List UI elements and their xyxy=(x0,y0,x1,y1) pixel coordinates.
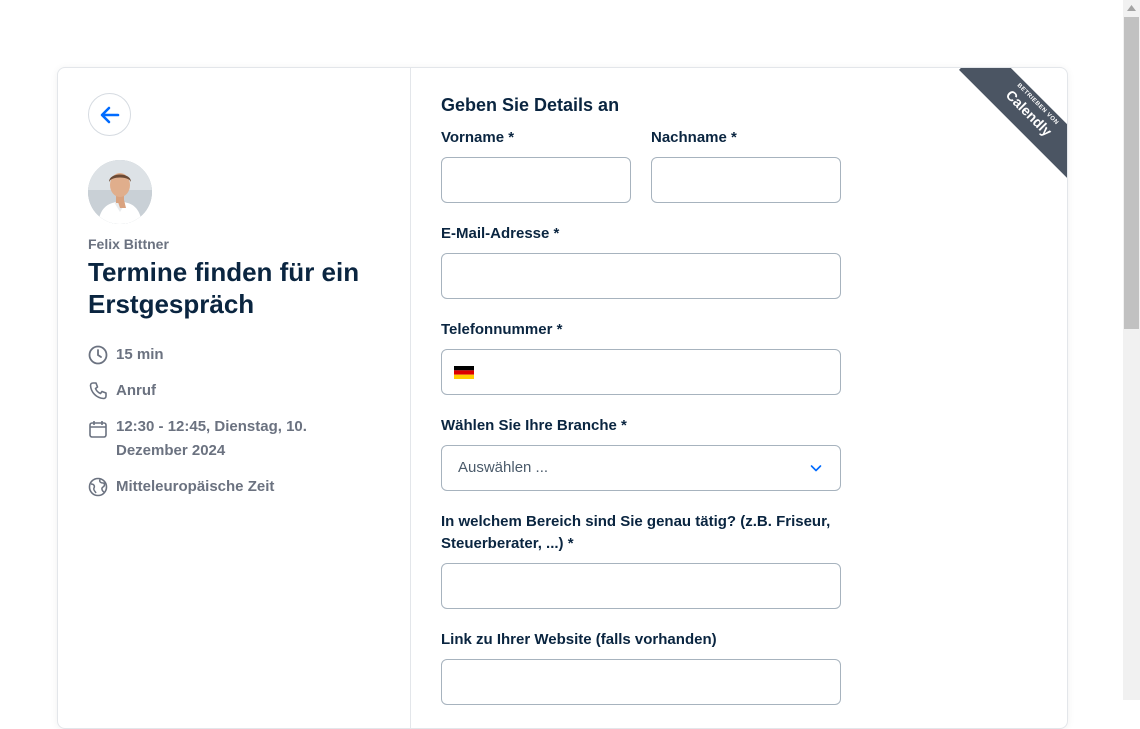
first-name-label: Vorname * xyxy=(441,129,515,146)
chevron-down-icon xyxy=(810,465,822,472)
branch-select-value: Auswählen ... xyxy=(458,459,549,476)
phone-icon xyxy=(88,379,108,403)
scrollbar-thumb[interactable] xyxy=(1124,17,1139,329)
first-name-input[interactable] xyxy=(441,157,631,203)
phone-label: Telefonnummer * xyxy=(441,321,563,338)
booking-card: Felix Bittner Termine finden für ein Ers… xyxy=(57,67,1068,729)
duration-text: 15 min xyxy=(116,346,164,363)
germany-flag-icon[interactable] xyxy=(454,366,474,379)
timezone-detail: Mitteleuropäische Zeit xyxy=(88,475,336,499)
call-type-text: Anruf xyxy=(116,382,156,399)
last-name-label: Nachname * xyxy=(651,129,737,146)
event-info-panel: Felix Bittner Termine finden für ein Ers… xyxy=(58,68,411,728)
datetime-text: 12:30 - 12:45, Dienstag, 10. Dezember 20… xyxy=(116,418,307,459)
timezone-text: Mitteleuropäische Zeit xyxy=(116,478,275,495)
globe-icon xyxy=(88,475,108,499)
host-name: Felix Bittner xyxy=(88,236,169,252)
website-label: Link zu Ihrer Website (falls vorhanden) xyxy=(441,631,717,648)
avatar xyxy=(88,160,152,224)
arrow-left-icon xyxy=(100,106,119,123)
email-input[interactable] xyxy=(441,253,841,299)
event-title: Termine finden für ein Erstgespräch xyxy=(88,257,360,319)
datetime-detail: 12:30 - 12:45, Dienstag, 10. Dezember 20… xyxy=(88,415,336,463)
clock-icon xyxy=(88,343,108,367)
form-title: Geben Sie Details an xyxy=(441,95,620,115)
duration-detail: 15 min xyxy=(88,343,336,367)
page-scrollbar[interactable] xyxy=(1123,0,1140,700)
phone-input[interactable] xyxy=(441,349,841,395)
branch-select[interactable]: Auswählen ... xyxy=(441,445,841,491)
branch-label: Wählen Sie Ihre Branche * xyxy=(441,417,627,434)
calendar-icon xyxy=(88,417,108,441)
scroll-up-icon[interactable] xyxy=(1127,5,1136,11)
powered-by-badge[interactable]: BETRIEBEN VON Calendly xyxy=(957,68,1067,178)
back-button[interactable] xyxy=(88,93,131,136)
website-input[interactable] xyxy=(441,659,841,705)
area-input[interactable] xyxy=(441,563,841,609)
area-label: In welchem Bereich sind Sie genau tätig?… xyxy=(441,513,831,552)
powered-by-ribbon[interactable]: BETRIEBEN VON Calendly xyxy=(958,68,1067,178)
email-label: E-Mail-Adresse * xyxy=(441,225,560,242)
call-type-detail: Anruf xyxy=(88,379,336,403)
last-name-input[interactable] xyxy=(651,157,841,203)
